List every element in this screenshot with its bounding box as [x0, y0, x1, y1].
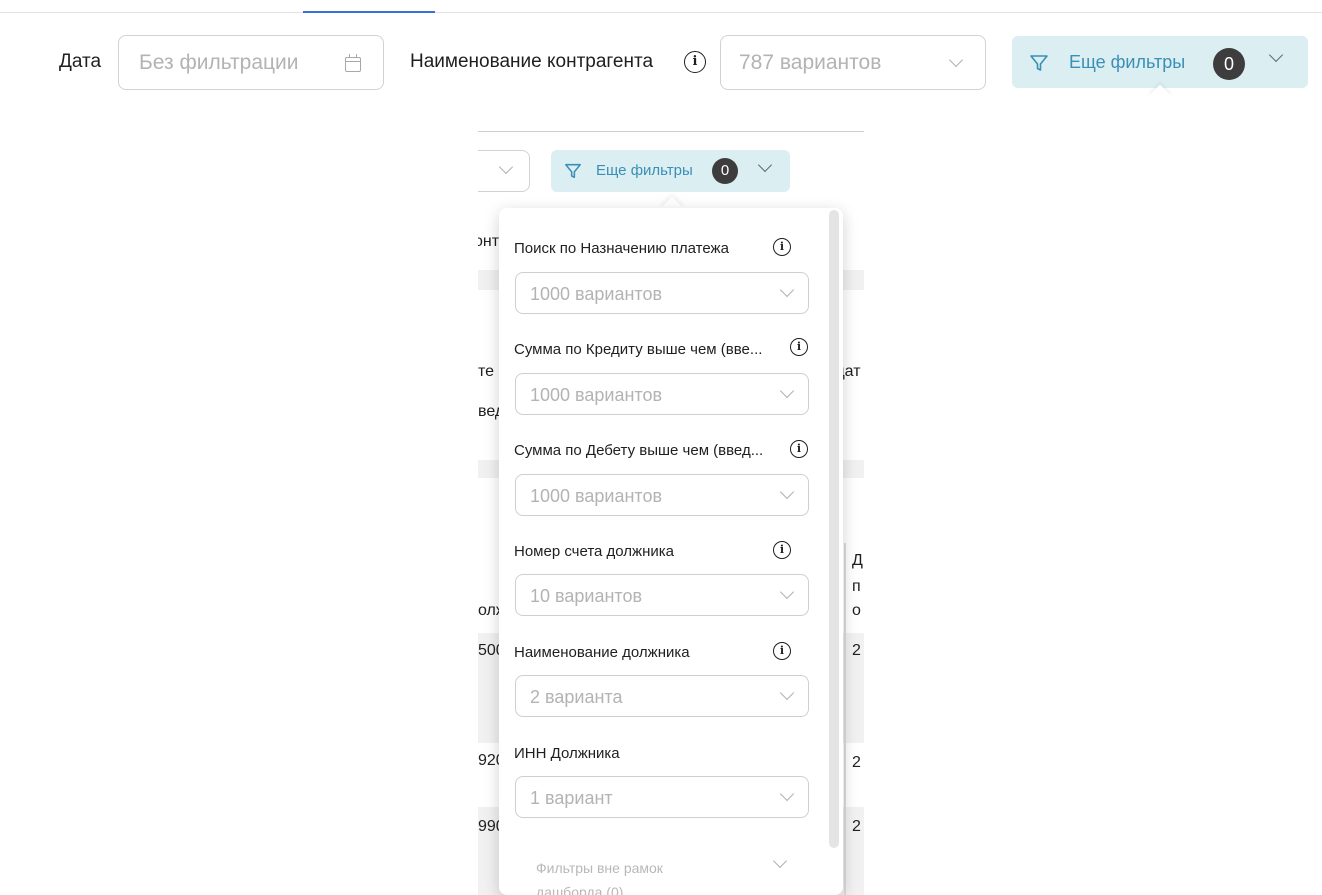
filter-label: Сумма по Дебету выше чем (введ... [514, 442, 764, 459]
outside-dashboard-filters[interactable]: Фильтры вне рамок дашборда (0) [536, 856, 663, 895]
info-icon[interactable]: i [773, 238, 791, 256]
chevron-down-icon[interactable] [1268, 47, 1284, 63]
dropdown-pointer [1148, 84, 1172, 108]
funnel-icon [1030, 55, 1048, 71]
column-divider [844, 543, 846, 895]
bg-fragment: 2 [852, 754, 861, 771]
more-filters-button[interactable]: Еще фильтры 0 [1012, 36, 1308, 88]
chevron-down-icon[interactable] [772, 853, 788, 869]
filter-select[interactable]: 1000 вариантов [515, 474, 809, 516]
bg-fragment: п [852, 578, 861, 595]
filter-select-placeholder: 2 варианта [530, 687, 623, 707]
chevron-down-icon [948, 52, 964, 68]
zoom-more-filters-label: Еще фильтры [596, 162, 693, 179]
more-filters-count-badge: 0 [1213, 48, 1245, 80]
filter-label: Поиск по Назначению платежа [514, 240, 729, 257]
bg-fragment: 2 [852, 818, 861, 835]
more-filters-label: Еще фильтры [1069, 52, 1186, 72]
counterparty-select[interactable]: 787 вариантов [720, 35, 986, 90]
filter-label: ИНН Должника [514, 745, 620, 762]
outside-filters-line2: дашборда (0) [536, 884, 624, 895]
bg-fragment: 2 [852, 642, 861, 659]
active-tab-indicator [303, 11, 435, 13]
filter-select-placeholder: 1000 вариантов [530, 486, 663, 506]
filter-select-placeholder: 1000 вариантов [530, 284, 663, 304]
counterparty-filter-label: Наименование контрагента [410, 51, 654, 72]
bg-fragment: онт [478, 233, 500, 250]
zoom-more-filters-count-badge: 0 [712, 158, 738, 184]
zoom-more-filters-button[interactable]: Еще фильтры 0 [551, 150, 790, 192]
filter-select[interactable]: 2 варианта [515, 675, 809, 717]
info-icon[interactable]: i [790, 440, 808, 458]
chevron-down-icon [779, 685, 795, 701]
calendar-icon[interactable] [345, 54, 361, 72]
bg-fragment: о [852, 602, 861, 619]
filter-select[interactable]: 1000 вариантов [515, 373, 809, 415]
info-icon[interactable]: i [790, 338, 808, 356]
bg-fragment: Д [852, 552, 863, 569]
filter-select[interactable]: 10 вариантов [515, 574, 809, 616]
filter-select-placeholder: 1000 вариантов [530, 385, 663, 405]
date-filter-label: Дата [59, 51, 102, 72]
dropdown-scrollbar[interactable] [829, 210, 839, 848]
counterparty-info-icon[interactable]: i [684, 51, 706, 73]
counterparty-placeholder: 787 вариантов [739, 51, 882, 74]
chevron-down-icon[interactable] [757, 157, 773, 173]
top-divider [0, 12, 1322, 13]
info-icon[interactable]: i [773, 541, 791, 559]
filter-label: Наименование должника [514, 644, 690, 661]
chevron-down-icon [498, 159, 514, 175]
chevron-down-icon [779, 786, 795, 802]
chevron-down-icon [779, 383, 795, 399]
funnel-icon [565, 163, 581, 179]
more-filters-dropdown: Фильтры вне рамок дашборда (0) Поиск по … [499, 208, 843, 895]
chevron-down-icon [779, 484, 795, 500]
filter-select-placeholder: 1 вариант [530, 788, 613, 808]
filter-select[interactable]: 1 вариант [515, 776, 809, 818]
outside-filters-line1: Фильтры вне рамок [536, 860, 663, 876]
info-icon[interactable]: i [773, 642, 791, 660]
partial-select[interactable] [478, 150, 530, 192]
chevron-down-icon [779, 282, 795, 298]
date-filter-placeholder: Без фильтрации [139, 51, 299, 74]
filter-label: Сумма по Кредиту выше чем (вве... [514, 341, 763, 358]
chevron-down-icon [779, 584, 795, 600]
panel-divider [478, 131, 864, 132]
bg-fragment: те [478, 363, 495, 380]
filter-label: Номер счета должника [514, 543, 674, 560]
filter-select[interactable]: 1000 вариантов [515, 272, 809, 314]
date-filter-input[interactable]: Без фильтрации [118, 35, 384, 90]
filter-select-placeholder: 10 вариантов [530, 586, 643, 606]
